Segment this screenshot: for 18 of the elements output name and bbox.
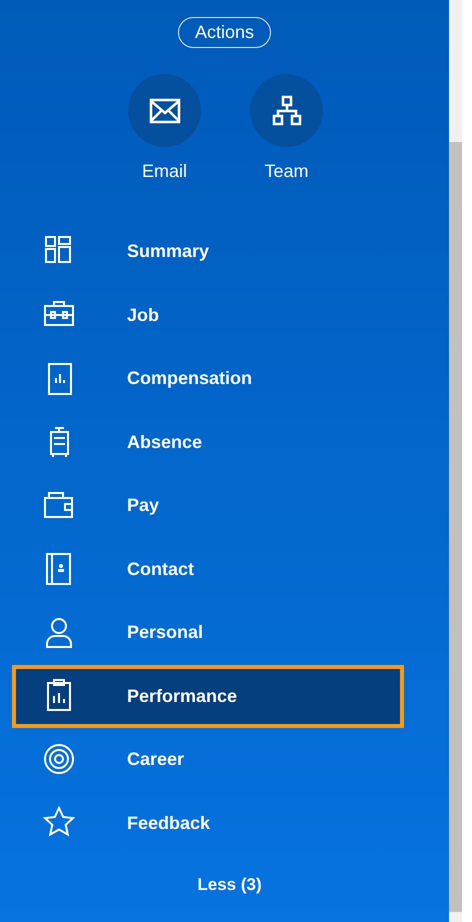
menu-item[interactable]: Career: [12, 728, 404, 792]
action-label: Email: [142, 161, 187, 182]
menu-item[interactable]: Pay: [12, 474, 404, 538]
target-icon: [43, 742, 77, 777]
menu-item[interactable]: Job: [12, 284, 404, 347]
less-link[interactable]: Less (3): [197, 875, 262, 895]
scrollbar[interactable]: [449, 0, 462, 922]
menu-item[interactable]: Summary: [12, 220, 404, 284]
menu-item[interactable]: Absence: [12, 410, 404, 474]
actions-button[interactable]: Actions: [178, 17, 272, 48]
menu-item[interactable]: Compensation: [12, 347, 404, 410]
menu-item[interactable]: Contact: [12, 538, 404, 601]
menu-item[interactable]: Personal: [12, 601, 404, 664]
menu-item[interactable]: Performance: [12, 664, 404, 728]
scrollbar-thumb[interactable]: [449, 142, 462, 912]
org-chart-icon: [270, 94, 302, 126]
menu-item[interactable]: Feedback: [12, 792, 404, 855]
action-label: Team: [264, 161, 308, 182]
